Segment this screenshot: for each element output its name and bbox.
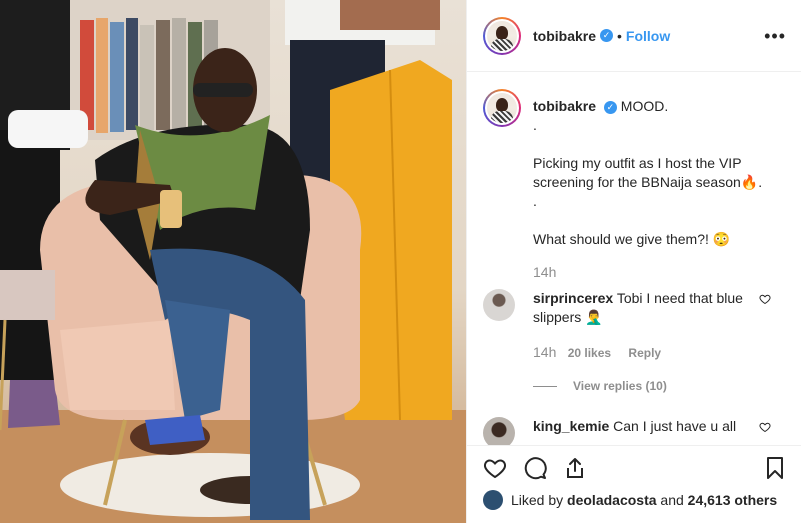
author-avatar[interactable] <box>483 16 521 55</box>
view-replies-label: View replies (10) <box>573 379 667 393</box>
verified-badge-icon: ✓ <box>600 29 614 42</box>
likes-summary: Liked by deoladacosta and 24,613 others <box>483 490 777 510</box>
caption-line: What should we give them?! 😳 <box>533 231 731 247</box>
caption-line: . <box>533 117 537 133</box>
likes-others-count[interactable]: 24,613 others <box>688 492 778 508</box>
likes-middle: and <box>660 492 684 508</box>
post-photo[interactable] <box>0 0 466 523</box>
liker-username[interactable]: deoladacosta <box>567 492 656 508</box>
commenter-username[interactable]: sirprincerex <box>533 290 613 306</box>
caption-timestamp[interactable]: 14h <box>533 263 783 282</box>
comments-list[interactable]: tobibakre ✓ MOOD. . Picking my outfit as… <box>467 73 801 445</box>
comment-timestamp[interactable]: 14h <box>533 344 556 360</box>
liker-avatar[interactable] <box>483 490 503 510</box>
post-actions-bar <box>467 445 801 485</box>
post-header: tobibakre ✓ • Follow ••• <box>467 0 801 72</box>
more-options-icon[interactable]: ••• <box>764 26 786 47</box>
commenter-avatar[interactable] <box>483 289 515 321</box>
commenter-avatar[interactable] <box>483 417 515 445</box>
caption-line: . <box>533 193 537 209</box>
caption-line: MOOD. <box>620 98 669 114</box>
author-username[interactable]: tobibakre <box>533 28 596 44</box>
comment-likes-count[interactable]: 20 likes <box>568 346 611 360</box>
verified-badge-icon: ✓ <box>603 100 617 114</box>
comment-like-icon[interactable] <box>759 421 771 433</box>
comment-like-icon[interactable] <box>759 293 771 305</box>
header-separator: • <box>617 27 622 44</box>
commenter-username[interactable]: king_kemie <box>533 418 609 434</box>
comment-text: Can I just have u all <box>613 418 737 434</box>
view-replies-button[interactable]: View replies (10) <box>533 379 667 393</box>
heart-icon[interactable] <box>483 456 507 480</box>
caption-line: Picking my outfit as I host the VIP scre… <box>533 155 763 190</box>
caption-username[interactable]: tobibakre <box>533 98 596 114</box>
bookmark-icon[interactable] <box>763 456 787 480</box>
comment-icon[interactable] <box>523 456 547 480</box>
share-icon[interactable] <box>563 456 587 480</box>
likes-prefix: Liked by <box>511 492 564 508</box>
caption-avatar[interactable] <box>483 89 521 127</box>
follow-button[interactable]: Follow <box>626 28 670 44</box>
comment-reply-button[interactable]: Reply <box>628 346 661 360</box>
post-photo-illustration <box>0 0 466 523</box>
post-side-panel: tobibakre ✓ • Follow ••• tobibakre ✓ MOO… <box>466 0 801 523</box>
